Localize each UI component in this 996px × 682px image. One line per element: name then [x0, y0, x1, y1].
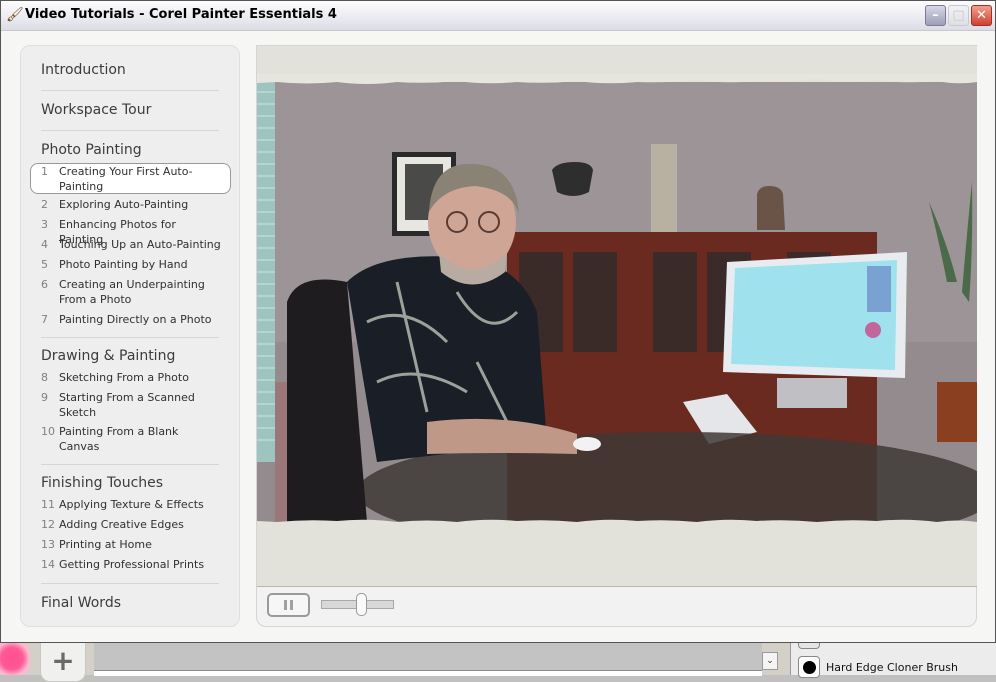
lesson-number: 4 — [41, 238, 48, 251]
lesson-number: 13 — [41, 538, 55, 551]
pause-icon-bar — [290, 600, 293, 610]
section-photo-painting[interactable]: Photo Painting — [41, 142, 142, 158]
lesson-number: 7 — [41, 313, 48, 326]
divider — [41, 337, 219, 338]
divider — [41, 90, 219, 91]
lesson-number: 11 — [41, 498, 55, 511]
lesson-label: Creating Your First Auto-Painting — [59, 165, 193, 193]
lesson-item[interactable]: 5 Photo Painting by Hand — [41, 257, 221, 272]
lesson-label: Getting Professional Prints — [59, 558, 205, 571]
lesson-item[interactable]: 13 Printing at Home — [41, 537, 221, 552]
maximize-button[interactable]: □ — [948, 5, 969, 26]
lesson-number: 1 — [41, 165, 48, 178]
lesson-number: 2 — [41, 198, 48, 211]
minimize-icon: – — [932, 8, 939, 23]
section-final-words[interactable]: Final Words — [41, 595, 121, 611]
lesson-item[interactable]: 4 Touching Up an Auto-Painting — [41, 237, 221, 252]
lesson-number: 12 — [41, 518, 55, 531]
divider — [41, 583, 219, 584]
video-player — [256, 45, 977, 627]
video-display[interactable] — [257, 82, 977, 522]
chevron-down-icon: ⌄ — [766, 656, 774, 666]
lesson-item[interactable]: 11 Applying Texture & Effects — [41, 497, 221, 512]
lesson-number: 3 — [41, 218, 48, 231]
lesson-item[interactable]: 12 Adding Creative Edges — [41, 517, 221, 532]
lesson-item[interactable]: 8 Sketching From a Photo — [41, 370, 221, 385]
brush-dot-icon — [802, 660, 816, 674]
lesson-number: 5 — [41, 258, 48, 271]
minimize-button[interactable]: – — [925, 5, 946, 26]
pause-icon — [284, 600, 287, 610]
paintbrush-icon: 🖌 — [6, 7, 24, 23]
lesson-item[interactable]: 9 Starting From a Scanned Sketch — [41, 390, 221, 420]
close-icon: ✕ — [976, 8, 987, 23]
torn-paper-edge-top — [257, 74, 977, 84]
pause-button[interactable] — [267, 593, 310, 617]
video-frame — [257, 46, 977, 587]
close-button[interactable]: ✕ — [971, 5, 992, 26]
lesson-label: Painting Directly on a Photo — [59, 313, 212, 326]
maximize-icon: □ — [952, 8, 965, 23]
lesson-label: Applying Texture & Effects — [59, 498, 204, 511]
chapter-sidebar: Introduction Workspace Tour Photo Painti… — [20, 45, 240, 627]
lesson-item[interactable]: 6 Creating an Underpainting From a Photo — [41, 277, 221, 307]
section-drawing-painting[interactable]: Drawing & Painting — [41, 348, 175, 364]
lesson-label: Starting From a Scanned Sketch — [59, 391, 195, 419]
lesson-label: Adding Creative Edges — [59, 518, 184, 531]
section-workspace-tour[interactable]: Workspace Tour — [41, 102, 151, 118]
dropdown-button[interactable]: ⌄ — [762, 652, 778, 670]
window-content: Introduction Workspace Tour Photo Painti… — [2, 31, 994, 642]
add-button[interactable]: + — [40, 640, 86, 682]
lesson-item[interactable]: 2 Exploring Auto-Painting — [41, 197, 221, 212]
video-scene — [257, 82, 977, 522]
lesson-item[interactable]: 1 Creating Your First Auto-Painting — [41, 164, 221, 194]
lesson-number: 14 — [41, 558, 55, 571]
lesson-number: 8 — [41, 371, 48, 384]
divider — [41, 464, 219, 465]
lesson-label: Exploring Auto-Painting — [59, 198, 189, 211]
title-bar[interactable]: 🖌 Video Tutorials - Corel Painter Essent… — [1, 1, 995, 31]
plus-icon: + — [51, 644, 75, 677]
playback-controls — [257, 586, 977, 627]
video-tutorials-window: 🖌 Video Tutorials - Corel Painter Essent… — [0, 0, 996, 643]
lesson-label: Sketching From a Photo — [59, 371, 189, 384]
lesson-label: Printing at Home — [59, 538, 152, 551]
background-status-bar — [94, 670, 762, 676]
window-title: Video Tutorials - Corel Painter Essentia… — [25, 7, 337, 22]
lesson-item[interactable]: 7 Painting Directly on a Photo — [41, 312, 221, 327]
volume-slider-thumb[interactable] — [355, 593, 367, 616]
divider — [41, 130, 219, 131]
lesson-label: Creating an Underpainting From a Photo — [59, 278, 205, 306]
torn-paper-edge-bottom — [257, 519, 977, 530]
lesson-label: Touching Up an Auto-Painting — [59, 238, 221, 251]
lesson-number: 6 — [41, 278, 48, 291]
background-panel — [94, 642, 762, 670]
brush-item-label: Hard Edge Cloner Brush — [826, 660, 958, 674]
lesson-number: 10 — [41, 425, 55, 438]
section-finishing-touches[interactable]: Finishing Touches — [41, 475, 163, 491]
color-swatch[interactable] — [0, 642, 30, 675]
lesson-item[interactable]: 10 Painting From a Blank Canvas — [41, 424, 221, 454]
lesson-number: 9 — [41, 391, 48, 404]
lesson-label: Photo Painting by Hand — [59, 258, 188, 271]
lesson-label: Painting From a Blank Canvas — [59, 425, 179, 453]
section-introduction[interactable]: Introduction — [41, 62, 126, 78]
lesson-item[interactable]: 14 Getting Professional Prints — [41, 557, 221, 572]
